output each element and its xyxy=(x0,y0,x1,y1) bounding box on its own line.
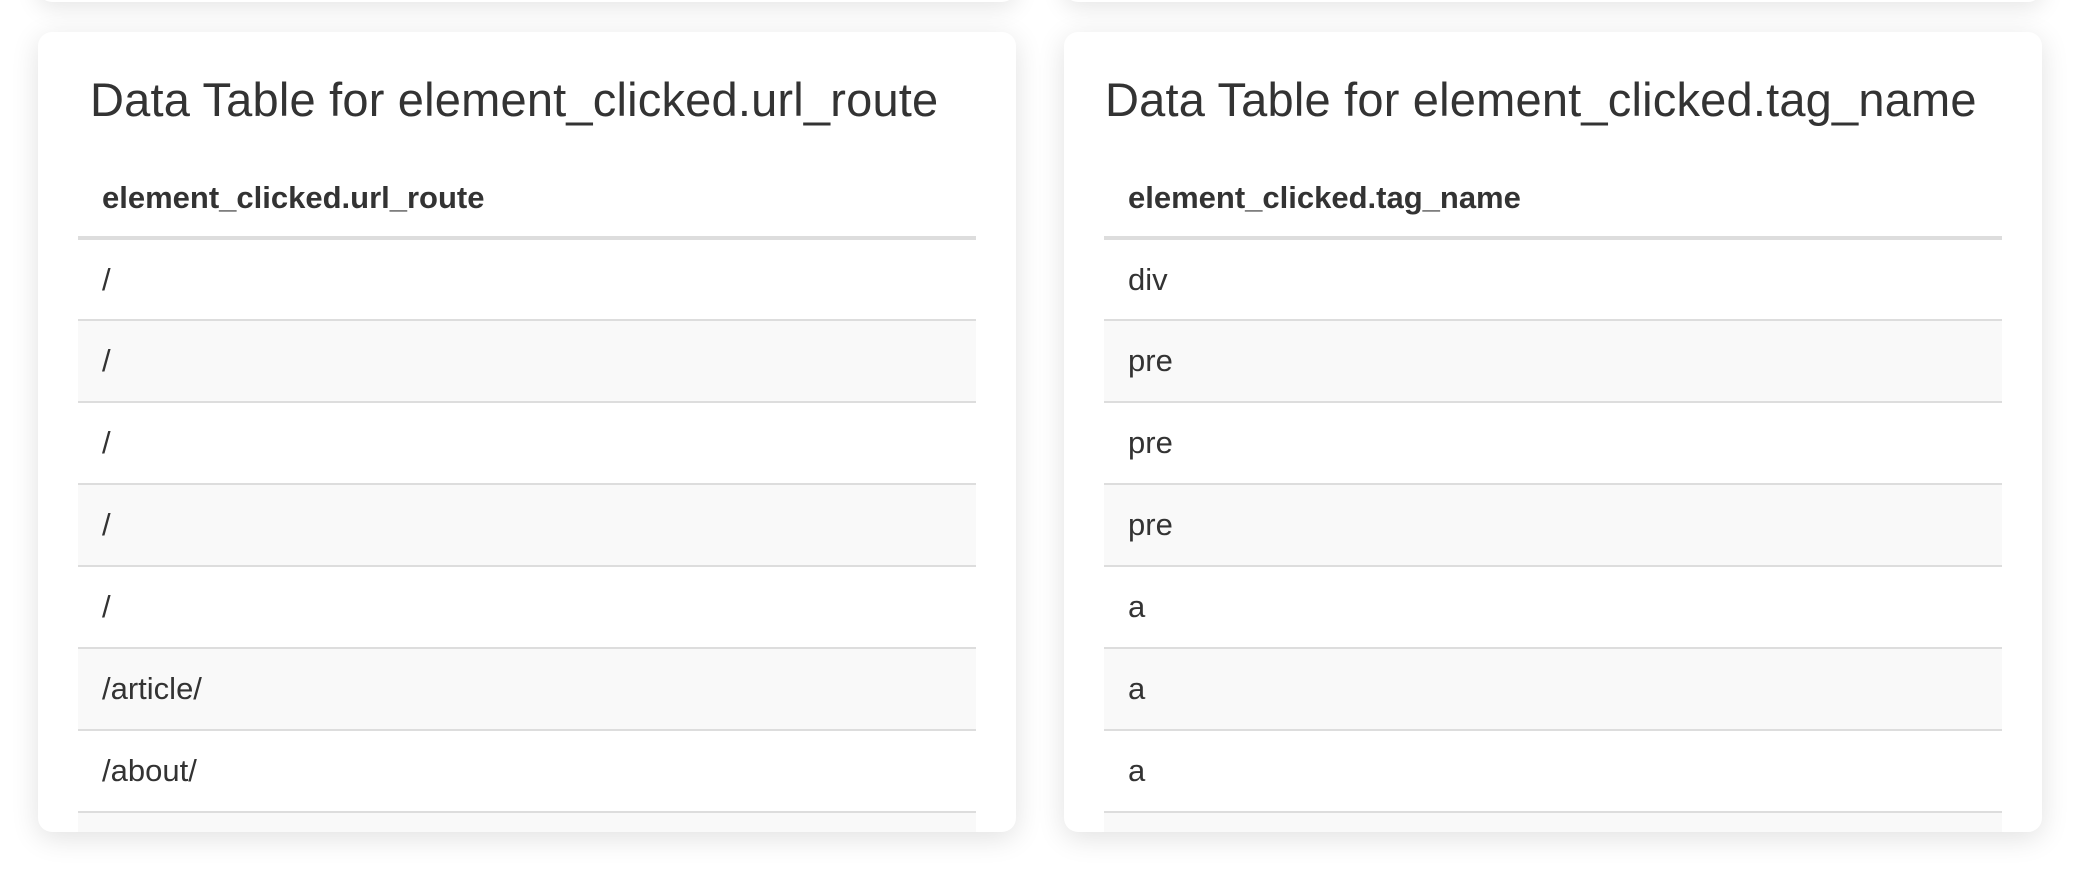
table-row: / xyxy=(78,484,976,567)
table-cell: /about/ xyxy=(78,730,976,813)
table-cell: div xyxy=(1104,238,2002,321)
table-cell: / xyxy=(78,402,976,485)
table-cell: pre xyxy=(1104,320,2002,403)
table-header-row: element_clicked.tag_name xyxy=(1104,160,2002,240)
url-route-data-card: Data Table for element_clicked.url_route… xyxy=(38,32,1016,832)
table-cell: a xyxy=(1104,566,2002,649)
table-row xyxy=(1104,812,2002,832)
table-cell xyxy=(78,812,976,832)
table-row: a xyxy=(1104,730,2002,813)
table-cell: a xyxy=(1104,648,2002,731)
table-row: / xyxy=(78,566,976,649)
previous-card-edge-left xyxy=(38,0,1016,2)
table-cell xyxy=(1104,812,2002,832)
table-row: a xyxy=(1104,648,2002,731)
table-row: div xyxy=(1104,238,2002,321)
table-row: / xyxy=(78,402,976,485)
tag-name-data-table: element_clicked.tag_name div pre pre pre… xyxy=(1104,160,2002,832)
table-scroll-area[interactable]: element_clicked.tag_name div pre pre pre… xyxy=(1104,160,2002,832)
table-cell: / xyxy=(78,566,976,649)
table-cell: / xyxy=(78,320,976,403)
table-row: / xyxy=(78,238,976,321)
table-row: pre xyxy=(1104,320,2002,403)
previous-card-edge-right xyxy=(1064,0,2042,2)
table-cell: pre xyxy=(1104,484,2002,567)
table-row: /article/ xyxy=(78,648,976,731)
table-cell: /article/ xyxy=(78,648,976,731)
card-title: Data Table for element_clicked.url_route xyxy=(90,73,939,126)
url-route-data-table: element_clicked.url_route / / / / / /art… xyxy=(78,160,976,832)
table-header-row: element_clicked.url_route xyxy=(78,160,976,240)
table-cell: / xyxy=(78,238,976,321)
table-row: a xyxy=(1104,566,2002,649)
table-row: /about/ xyxy=(78,730,976,813)
column-header-url-route[interactable]: element_clicked.url_route xyxy=(78,160,976,240)
table-row: pre xyxy=(1104,402,2002,485)
table-cell: / xyxy=(78,484,976,567)
table-row: / xyxy=(78,320,976,403)
table-cell: pre xyxy=(1104,402,2002,485)
column-header-tag-name[interactable]: element_clicked.tag_name xyxy=(1104,160,2002,240)
table-cell: a xyxy=(1104,730,2002,813)
table-row: pre xyxy=(1104,484,2002,567)
card-title: Data Table for element_clicked.tag_name xyxy=(1105,73,1977,126)
table-row xyxy=(78,812,976,832)
table-scroll-area[interactable]: element_clicked.url_route / / / / / /art… xyxy=(78,160,976,832)
tag-name-data-card: Data Table for element_clicked.tag_name … xyxy=(1064,32,2042,832)
